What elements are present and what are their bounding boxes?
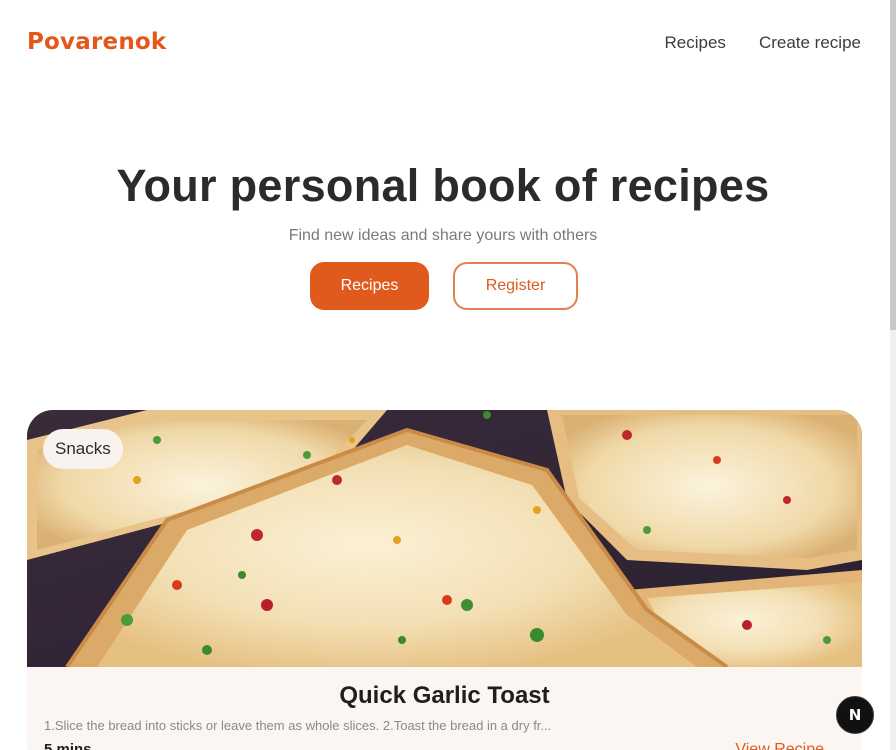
nav-link-create-recipe[interactable]: Create recipe [759, 33, 861, 53]
scrollbar[interactable] [890, 0, 896, 750]
brand-logo[interactable]: Povarenok [27, 29, 166, 55]
view-recipe-link[interactable]: View Recipe [735, 741, 824, 750]
garlic-toast-photo-icon [27, 410, 862, 667]
main-nav: Recipes Create recipe [665, 33, 861, 53]
nav-link-recipes[interactable]: Recipes [665, 33, 726, 53]
next-dev-badge-icon[interactable]: N [836, 696, 874, 734]
hero-title: Your personal book of recipes [116, 160, 770, 211]
scrollbar-thumb[interactable] [890, 0, 896, 330]
page: Povarenok Recipes Create recipe Your per… [0, 0, 896, 750]
hero-subtitle: Find new ideas and share yours with othe… [288, 227, 598, 244]
register-button[interactable]: Register [453, 262, 578, 310]
recipes-button[interactable]: Recipes [310, 262, 429, 310]
recipe-card[interactable]: Snacks Quick Garlic Toast 1.Slice the br… [27, 410, 862, 750]
recipe-time: 5 mins [44, 741, 92, 750]
category-badge: Snacks [43, 429, 123, 469]
recipe-title[interactable]: Quick Garlic Toast [27, 682, 862, 710]
recipe-image [27, 410, 862, 667]
recipe-description: 1.Slice the bread into sticks or leave t… [44, 718, 552, 733]
